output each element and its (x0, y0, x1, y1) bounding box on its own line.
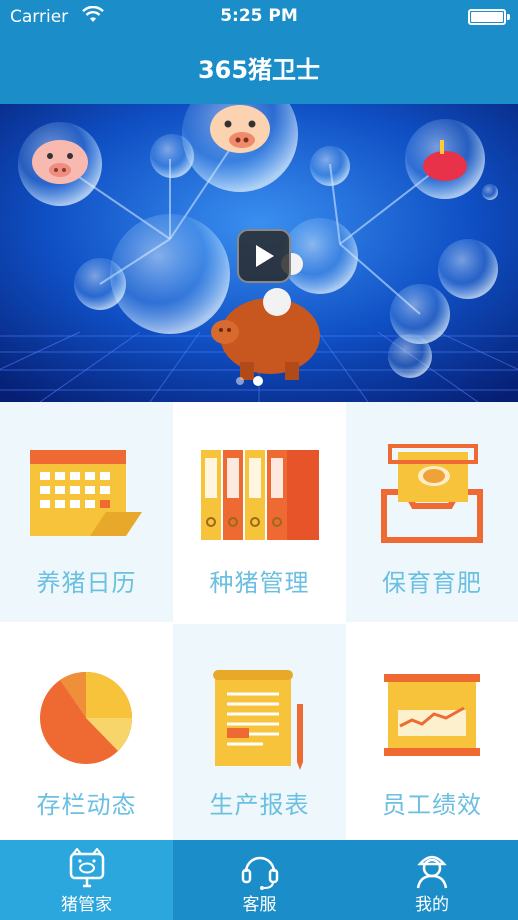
menu-label: 生产报表 (209, 791, 310, 819)
tab-customer-service[interactable]: 客服 (173, 840, 346, 920)
banner-image (0, 104, 518, 402)
tab-pig-manager[interactable]: 猪管家 (0, 840, 173, 920)
presentation-board-icon (384, 674, 480, 756)
tab-label: 我的 (415, 895, 449, 915)
status-time: 5:25 PM (220, 6, 298, 26)
menu-label: 种猪管理 (209, 569, 310, 597)
menu-item-staff-performance[interactable]: 员工绩效 (346, 624, 518, 844)
top-bar: Carrier 5:25 PM 365猪卫士 (0, 0, 518, 104)
menu-label: 保育育肥 (382, 569, 482, 597)
play-button[interactable] (237, 229, 291, 283)
promo-banner[interactable] (0, 104, 518, 402)
user-icon (416, 855, 448, 889)
menu-item-nursery-fattening[interactable]: 保育育肥 (346, 402, 518, 622)
tab-mine[interactable]: 我的 (346, 840, 518, 920)
menu-item-breeding-pig[interactable]: 种猪管理 (173, 402, 346, 622)
menu-label: 员工绩效 (382, 791, 482, 819)
feature-grid: 养猪日历 种猪管理 保育育肥 存栏动态 生产报表 员工绩效 (0, 402, 518, 844)
calendar-icon (30, 450, 142, 536)
menu-item-pig-calendar[interactable]: 养猪日历 (0, 402, 173, 622)
menu-item-production-report[interactable]: 生产报表 (173, 624, 346, 844)
tab-label: 猪管家 (61, 895, 112, 915)
menu-item-stock-dynamics[interactable]: 存栏动态 (0, 624, 173, 844)
pig-home-icon (69, 848, 104, 888)
battery-icon (468, 9, 510, 25)
bottom-tab-bar: 猪管家 客服 我的 (0, 840, 518, 920)
pie-chart-icon (40, 671, 132, 764)
page-title: 365猪卫士 (197, 56, 321, 84)
menu-label: 存栏动态 (36, 791, 137, 819)
report-scroll-icon (213, 670, 303, 770)
page-dot-active[interactable] (253, 376, 263, 386)
page-dot[interactable] (236, 377, 244, 385)
binders-icon (201, 450, 319, 540)
menu-label: 养猪日历 (36, 569, 137, 597)
tab-label: 客服 (242, 895, 277, 915)
headset-icon (241, 856, 278, 890)
pig-tray-icon (381, 444, 483, 543)
status-bar: Carrier 5:25 PM (0, 0, 518, 34)
